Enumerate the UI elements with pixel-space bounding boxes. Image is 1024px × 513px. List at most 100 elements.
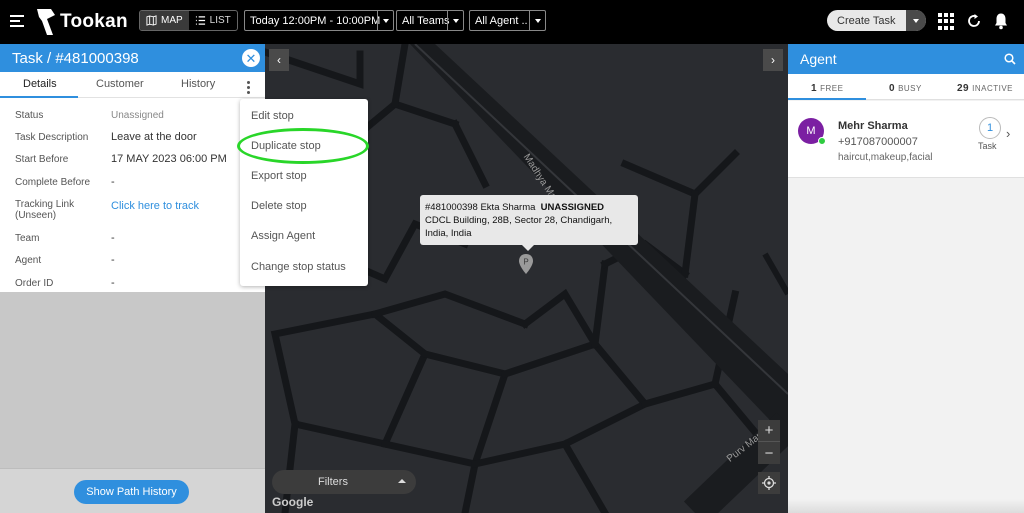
busy-count: 0 xyxy=(889,83,896,94)
more-options-icon[interactable] xyxy=(247,81,251,96)
start-before-value: 17 MAY 2023 06:00 PM xyxy=(111,153,227,165)
time-filter-value: Today 12:00PM - 10:00PM xyxy=(250,14,381,27)
map-view-button[interactable]: MAP xyxy=(140,11,189,30)
agent-phone: +917087000007 xyxy=(838,136,918,148)
complete-before-value: - xyxy=(111,176,115,188)
agent-task-label: Task xyxy=(978,141,997,151)
google-logo: Google xyxy=(272,495,314,509)
create-task-button[interactable]: Create Task xyxy=(827,10,926,31)
search-icon[interactable] xyxy=(1004,53,1016,65)
team-filter-dropdown[interactable]: All Teams xyxy=(396,10,464,31)
task-body: Details Customer History Status Unassign… xyxy=(0,72,265,292)
locate-button[interactable] xyxy=(758,472,780,494)
inactive-count: 29 xyxy=(957,83,970,94)
list-view-label: LIST xyxy=(209,15,231,26)
collapse-right-panel-icon[interactable]: › xyxy=(763,49,783,71)
agent-panel-title: Agent xyxy=(800,51,837,67)
task-marker-tooltip: #481000398 Ekta Sharma UNASSIGNED CDCL B… xyxy=(420,195,638,245)
agent-panel: Agent 1 FREE 0 BUSY 29 INACTIVE M Mehr Shar… xyxy=(788,44,1024,513)
tooltip-line-1: #481000398 Ekta Sharma UNASSIGNED xyxy=(425,201,633,214)
refresh-icon[interactable] xyxy=(966,13,982,29)
map-icon xyxy=(146,15,157,26)
collapse-left-panel-icon[interactable]: ‹ xyxy=(269,49,289,71)
menu-item-edit-stop[interactable]: Edit stop xyxy=(251,110,294,122)
agent-list-item[interactable]: M Mehr Sharma +917087000007 haircut,make… xyxy=(788,101,1024,178)
zoom-in-button[interactable]: + xyxy=(758,420,780,442)
chevron-right-icon[interactable]: › xyxy=(1006,126,1010,141)
close-icon[interactable]: ✕ xyxy=(242,49,260,67)
task-title: Task / #481000398 xyxy=(12,50,139,67)
active-tab-indicator xyxy=(0,96,78,98)
online-status-dot xyxy=(818,137,826,145)
order-id-value: - xyxy=(111,277,115,289)
bell-icon[interactable] xyxy=(993,12,1009,30)
task-header: Task / #481000398 ✕ xyxy=(0,44,265,72)
chevron-down-icon xyxy=(447,11,463,30)
agent-value: - xyxy=(111,254,115,266)
tab-history[interactable]: History xyxy=(181,78,215,90)
menu-item-change-stop-status[interactable]: Change stop status xyxy=(251,261,346,273)
team-value: - xyxy=(111,232,115,244)
tooltip-address-line-2: India, India xyxy=(425,228,472,239)
menu-item-delete-stop[interactable]: Delete stop xyxy=(251,200,307,212)
filters-label: Filters xyxy=(318,476,348,488)
task-tabs: Details Customer History xyxy=(0,72,265,98)
filters-button[interactable]: Filters xyxy=(272,470,416,494)
tracking-link[interactable]: Click here to track xyxy=(111,200,199,212)
map-view-label: MAP xyxy=(161,15,183,26)
chevron-up-icon xyxy=(398,479,406,483)
zoom-out-button[interactable]: − xyxy=(758,442,780,464)
agent-filter-dropdown[interactable]: All Agent .. xyxy=(469,10,546,31)
field-label: Agent xyxy=(15,255,42,266)
zoom-controls: + − xyxy=(758,420,780,464)
agent-header: Agent xyxy=(788,44,1024,74)
team-filter-value: All Teams xyxy=(402,14,450,27)
free-label: FREE xyxy=(820,84,844,93)
create-task-dropdown-icon[interactable] xyxy=(906,10,926,31)
apps-grid-icon[interactable] xyxy=(938,13,955,30)
inactive-label: INACTIVE xyxy=(972,84,1014,93)
field-label: Complete Before xyxy=(15,177,91,188)
busy-label: BUSY xyxy=(898,84,922,93)
map-pin-icon[interactable]: P xyxy=(518,254,534,274)
field-label: Order ID xyxy=(15,278,54,289)
tab-inactive-agents[interactable]: 29 INACTIVE xyxy=(957,83,1013,94)
tab-customer[interactable]: Customer xyxy=(96,78,144,90)
menu-item-export-stop[interactable]: Export stop xyxy=(251,170,307,182)
tab-busy-agents[interactable]: 0 BUSY xyxy=(889,83,922,94)
top-bar: Tookan MAP LIST Today 12:00PM - 10:00PM … xyxy=(0,0,1024,44)
svg-text:P: P xyxy=(523,258,528,267)
task-details-panel: Task / #481000398 ✕ Details Customer His… xyxy=(0,44,265,513)
agent-tags: haircut,makeup,facial xyxy=(838,152,933,163)
agent-task-count: 1 xyxy=(979,117,1001,139)
field-label: Tracking Link xyxy=(15,199,75,210)
list-view-button[interactable]: LIST xyxy=(189,11,237,30)
hamburger-menu-icon[interactable] xyxy=(10,15,24,27)
show-path-history-button[interactable]: Show Path History xyxy=(74,480,189,504)
free-count: 1 xyxy=(811,83,818,94)
chevron-down-icon xyxy=(377,11,393,30)
panel-bottom-shadow xyxy=(788,499,1024,513)
agent-name: Mehr Sharma xyxy=(838,120,908,132)
tooltip-pointer xyxy=(522,245,534,251)
tooltip-address-line-1: CDCL Building, 28B, Sector 28, Chandigar… xyxy=(425,215,613,226)
time-filter-dropdown[interactable]: Today 12:00PM - 10:00PM xyxy=(244,10,394,31)
agent-filter-value: All Agent .. xyxy=(475,14,528,27)
tab-details[interactable]: Details xyxy=(23,78,57,90)
field-label: Start Before xyxy=(15,154,69,165)
view-toggle: MAP LIST xyxy=(139,10,238,31)
create-task-label: Create Task xyxy=(837,14,896,27)
agent-status-tabs: 1 FREE 0 BUSY 29 INACTIVE xyxy=(788,74,1024,100)
active-tab-indicator xyxy=(788,98,866,100)
tooltip-id-name: #481000398 Ekta Sharma xyxy=(425,202,536,213)
field-label: Task Description xyxy=(15,132,89,143)
status-value: Unassigned xyxy=(111,110,164,121)
menu-item-assign-agent[interactable]: Assign Agent xyxy=(251,230,315,242)
chevron-down-icon xyxy=(529,11,545,30)
logo-text: Tookan xyxy=(60,11,128,32)
crosshair-icon xyxy=(762,476,776,490)
tooltip-status: UNASSIGNED xyxy=(540,202,605,213)
tab-free-agents[interactable]: 1 FREE xyxy=(811,83,843,94)
field-label: Status xyxy=(15,110,44,121)
field-label: Team xyxy=(15,233,40,244)
